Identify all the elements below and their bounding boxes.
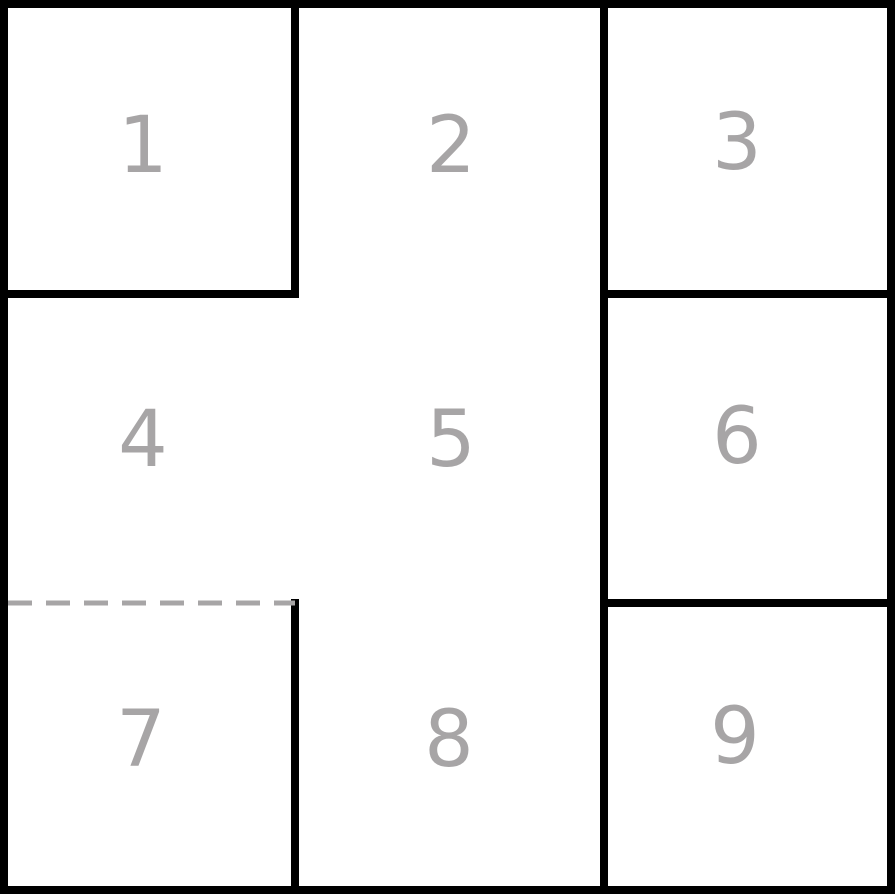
cell-label-2: 2 [426, 101, 476, 191]
cell-label-7: 7 [116, 695, 166, 785]
cell-label-8: 8 [424, 695, 474, 785]
grid-diagram: 1 2 3 4 5 6 7 8 9 [0, 0, 895, 894]
cell-label-6: 6 [712, 392, 762, 482]
cell-label-3: 3 [712, 98, 762, 188]
cell-label-1: 1 [118, 101, 168, 191]
cell-label-5: 5 [426, 395, 476, 485]
cell-label-4: 4 [118, 395, 168, 485]
cell-label-9: 9 [710, 692, 760, 782]
